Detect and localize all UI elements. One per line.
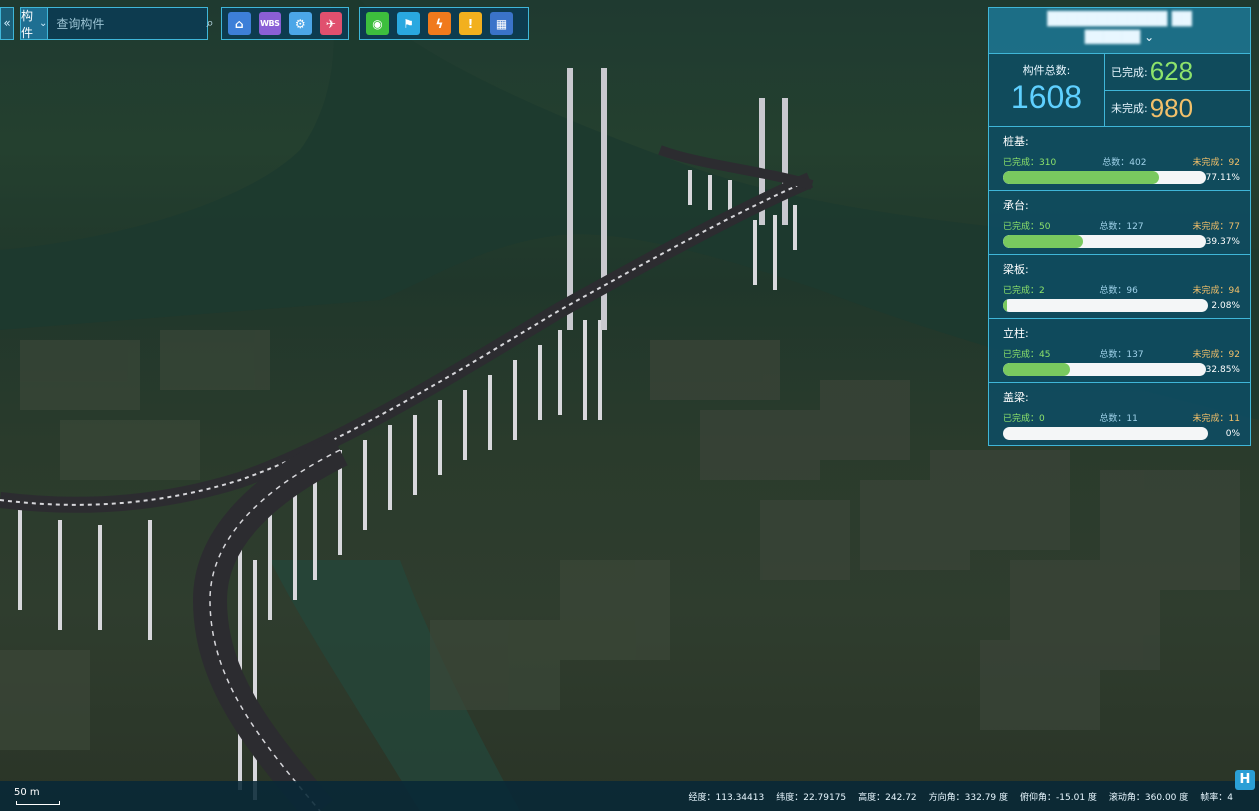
category-percent: 77.11% (1205, 172, 1240, 183)
category-percent: 39.37% (1205, 236, 1240, 247)
layout-icon[interactable]: ▦ (490, 12, 513, 35)
category-name: 盖梁: (1003, 391, 1029, 404)
done-label: 已完成: (1111, 65, 1148, 79)
category-item: 桩基: 已完成：310 总数：402 未完成：92 77.11% (989, 127, 1250, 191)
flight-icon[interactable]: ✈ (319, 12, 342, 35)
category-percent: 2.08% (1211, 300, 1240, 311)
heading-readout: 方向角：332.79 度 (928, 793, 1009, 803)
category-todo: 未完成：11 (1192, 414, 1240, 424)
progress-bar-fill (1003, 235, 1083, 248)
category-total: 总数：127 (1099, 222, 1144, 232)
panel-header: ████████████ ██ ██████ ⌄ (989, 8, 1250, 54)
search-type-dropdown[interactable]: 构件 ⌄ (21, 8, 49, 40)
progress-bar (1003, 363, 1206, 376)
category-total: 总数：96 (1099, 286, 1138, 296)
progress-stats-panel: ████████████ ██ ██████ ⌄ 构件总数: 1608 已完成:… (988, 7, 1251, 446)
category-done: 已完成：50 (1003, 222, 1051, 232)
fps-readout: 帧率：4 (1200, 793, 1233, 803)
category-name: 立柱: (1003, 327, 1029, 340)
wbs-icon[interactable]: WBS (258, 12, 281, 35)
category-name: 梁板: (1003, 263, 1029, 276)
project-title: ████████████ ██ (1047, 12, 1192, 27)
camera-readout: 经度：113.34413 纬度：22.79175 高度：242.72 方向角：3… (689, 790, 1233, 803)
category-item: 梁板: 已完成：2 总数：96 未完成：94 2.08% (989, 255, 1250, 319)
category-done: 已完成：45 (1003, 350, 1051, 360)
section-selector[interactable]: ██████ ⌄ (989, 30, 1250, 44)
scale-bar (16, 801, 60, 805)
progress-bar-fill (1003, 171, 1160, 184)
category-name: 桩基: (1003, 135, 1029, 148)
category-done: 已完成：310 (1003, 158, 1057, 168)
category-todo: 未完成：94 (1192, 286, 1240, 296)
summary: 构件总数: 1608 已完成: 628 未完成: 980 (989, 54, 1250, 127)
progress-bar (1003, 235, 1206, 248)
toolbar-group-tools: ◉ ⚑ ϟ ! ▦ (359, 7, 529, 40)
category-total: 总数：11 (1099, 414, 1138, 424)
todo-count: 未完成: 980 (1105, 91, 1250, 127)
settings-icon[interactable]: ⚙ (289, 12, 312, 35)
category-todo: 未完成：77 (1192, 222, 1240, 232)
category-item: 承台: 已完成：50 总数：127 未完成：77 39.37% (989, 191, 1250, 255)
chevron-down-icon: ⌄ (1144, 30, 1155, 44)
component-search: 构件 ⌄ ⌕ (20, 7, 214, 40)
total-label: 构件总数: (1022, 64, 1071, 77)
home-icon[interactable]: ⌂ (228, 12, 251, 35)
category-total: 总数：402 (1102, 158, 1147, 168)
flag-icon[interactable]: ⚑ (397, 12, 420, 35)
pitch-readout: 俯仰角：-15.01 度 (1020, 793, 1097, 803)
todo-value: 980 (1149, 92, 1194, 123)
category-name: 承台: (1003, 199, 1029, 212)
category-done: 已完成：2 (1003, 286, 1045, 296)
category-done: 已完成：0 (1003, 414, 1045, 424)
section-selector-label: ██████ (1084, 30, 1141, 44)
category-percent: 0% (1225, 428, 1240, 439)
category-total: 总数：137 (1099, 350, 1144, 360)
roll-readout: 滚动角：360.00 度 (1108, 793, 1189, 803)
todo-label: 未完成: (1111, 102, 1148, 116)
total-count: 构件总数: 1608 (989, 54, 1105, 126)
latitude-readout: 纬度：22.79175 (776, 793, 847, 803)
progress-bar-fill (1003, 363, 1070, 376)
category-item: 立柱: 已完成：45 总数：137 未完成：92 32.85% (989, 319, 1250, 383)
progress-bar (1003, 299, 1208, 312)
chevron-down-icon: ⌄ (39, 18, 48, 29)
progress-bar (1003, 427, 1208, 440)
total-value: 1608 (1010, 79, 1083, 115)
toolbar-group-view: ⌂ WBS ⚙ ✈ (221, 7, 349, 40)
longitude-readout: 经度：113.34413 (688, 793, 765, 803)
height-readout: 高度：242.72 (858, 793, 917, 803)
scale-label: 50 m (14, 787, 40, 798)
collapse-button[interactable]: « (0, 7, 14, 40)
progress-bar (1003, 171, 1206, 184)
warning-icon[interactable]: ! (459, 12, 482, 35)
lightning-icon[interactable]: ϟ (428, 12, 451, 35)
category-todo: 未完成：92 (1192, 350, 1240, 360)
category-todo: 未完成：92 (1192, 158, 1240, 168)
category-item: 盖梁: 已完成：0 总数：11 未完成：11 0% (989, 383, 1250, 447)
done-count: 已完成: 628 (1105, 54, 1250, 91)
category-percent: 32.85% (1205, 364, 1240, 375)
app-logo-icon[interactable]: H (1235, 770, 1255, 790)
search-input[interactable] (48, 8, 207, 39)
status-bar: 50 m 经度：113.34413 纬度：22.79175 高度：242.72 … (0, 781, 1259, 811)
progress-bar-fill (1003, 299, 1008, 312)
done-value: 628 (1149, 56, 1194, 87)
search-icon[interactable]: ⌕ (206, 16, 213, 31)
location-icon[interactable]: ◉ (366, 12, 389, 35)
search-type-label: 构件 (21, 8, 34, 40)
